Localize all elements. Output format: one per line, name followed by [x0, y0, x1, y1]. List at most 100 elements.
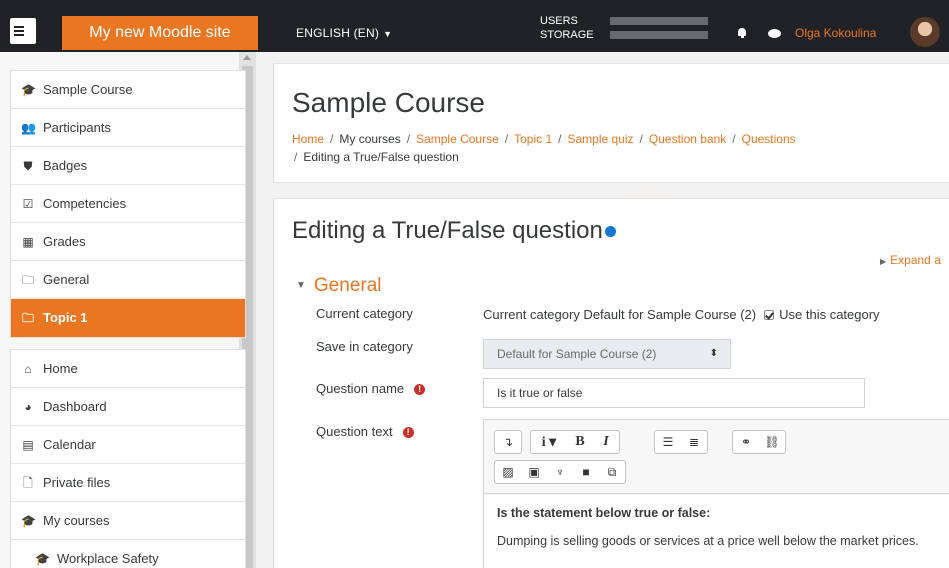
ordered-list-icon[interactable]: ≣ — [681, 431, 707, 453]
italic-icon[interactable]: I — [593, 431, 619, 453]
folder-icon: 🗀 — [21, 311, 34, 325]
save-in-category-label: Save in category — [316, 339, 413, 354]
scroll-up-icon[interactable] — [243, 55, 251, 60]
language-label: ENGLISH (EN) — [296, 26, 380, 40]
graduation-cap-icon: 🎓 — [35, 552, 50, 566]
avatar[interactable] — [910, 17, 940, 47]
breadcrumb-sample-course[interactable]: Sample Course — [416, 132, 499, 146]
current-category-label: Current category — [316, 306, 413, 321]
sidebar-item-competencies[interactable]: ☑ Competencies — [11, 185, 245, 223]
caret-down-icon: ▼ — [383, 29, 393, 39]
sidebar-item-workplace-safety[interactable]: 🎓 Workplace Safety — [11, 540, 245, 568]
sidebar-item-badges[interactable]: ⛊ Badges — [11, 147, 245, 185]
bold-icon[interactable]: B — [567, 431, 593, 453]
site-name-link[interactable]: My new Moodle site — [62, 16, 258, 50]
media-icon[interactable]: ▣ — [521, 461, 547, 483]
calendar-icon: ▤ — [22, 437, 34, 452]
sidebar-item-label: My courses — [43, 512, 110, 528]
breadcrumb-current: Editing a True/False question — [303, 150, 459, 164]
sidebar-item-my-courses[interactable]: 🎓 My courses — [11, 502, 245, 540]
messages-chat-icon[interactable] — [768, 29, 781, 38]
save-in-category-select[interactable]: Default for Sample Course (2) ⬍ — [483, 339, 731, 369]
breadcrumb-questions[interactable]: Questions — [742, 132, 796, 146]
section-general-toggle[interactable]: ▼ General — [296, 275, 382, 297]
question-text-label-row: Question text! — [316, 424, 414, 439]
quota-indicator: USERS STORAGE — [540, 14, 708, 42]
shield-icon: ⛊ — [23, 158, 33, 173]
graduation-cap-icon: 🎓 — [21, 513, 36, 528]
editor-content[interactable]: Is the statement below true or false: Du… — [484, 495, 949, 568]
sidebar-item-private-files[interactable]: 🗋 Private files — [11, 464, 245, 502]
page-header: Sample Course Home / My courses / Sample Cou… — [273, 63, 949, 183]
show-more-buttons-icon[interactable]: ↴ — [495, 431, 521, 453]
site-nav-group: ⌂ Home ◕ Dashboard ▤ Calendar 🗋 Private file… — [10, 349, 246, 568]
sidebar-item-sample-course[interactable]: 🎓 Sample Course — [11, 71, 245, 109]
storage-quota-bar — [610, 31, 708, 39]
expand-all-link[interactable]: ▶ Expand a — [880, 253, 941, 267]
sidebar-item-home[interactable]: ⌂ Home — [11, 350, 245, 388]
expand-all-label: Expand a — [890, 253, 941, 267]
sidebar-item-label: Sample Course — [43, 81, 133, 97]
sidebar-item-label: Badges — [43, 157, 88, 173]
image-icon[interactable]: ▨ — [495, 461, 521, 483]
table-icon: ▦ — [22, 234, 34, 249]
users-quota-label: USERS — [540, 15, 578, 27]
section-general-title: General — [313, 275, 382, 296]
question-text-label: Question text — [316, 424, 393, 439]
sidebar-item-grades[interactable]: ▦ Grades — [11, 223, 245, 261]
folder-icon: 🗀 — [21, 272, 34, 287]
breadcrumb-question-bank[interactable]: Question bank — [649, 132, 726, 146]
form-heading-text: Editing a True/False question — [292, 217, 603, 244]
sidebar-item-dashboard[interactable]: ◕ Dashboard — [11, 388, 245, 426]
file-icon: 🗋 — [23, 475, 33, 490]
question-text-editor: ↴ i ▾ B I ☰ ≣ ⚭ ⛓ ▨ ▣ ♆ ■ ⧉ Is the state… — [483, 419, 949, 568]
storage-quota-label: STORAGE — [540, 29, 594, 41]
sidebar-item-label: Workplace Safety — [57, 551, 159, 566]
editor-heading-text: Is the statement below true or false: — [497, 506, 711, 520]
link-icon[interactable]: ⚭ — [733, 431, 759, 453]
triangle-down-icon: ▼ — [296, 280, 306, 291]
sidebar-item-calendar[interactable]: ▤ Calendar — [11, 426, 245, 464]
manage-files-icon[interactable]: ⧉ — [599, 461, 625, 483]
users-quota-bar — [610, 17, 708, 25]
breadcrumb-topic-1[interactable]: Topic 1 — [514, 132, 552, 146]
edit-question-form: Editing a True/False question ▶ Expand a … — [273, 198, 949, 568]
sidebar-item-participants[interactable]: 👥 Participants — [11, 109, 245, 147]
record-audio-icon[interactable]: ♆ — [547, 461, 573, 483]
sidebar-item-general[interactable]: 🗀 General — [11, 261, 245, 299]
toolbar-group-style: i ▾ B I — [530, 430, 620, 454]
sidebar-item-label: General — [43, 271, 90, 287]
current-category-row: Current category Default for Sample Cour… — [483, 307, 880, 322]
hamburger-menu-icon[interactable] — [10, 18, 36, 44]
toolbar-group-collapse: ↴ — [494, 430, 522, 454]
required-icon: ! — [402, 427, 414, 438]
breadcrumb-home[interactable]: Home — [292, 132, 324, 146]
toolbar-group-media: ▨ ▣ ♆ ■ ⧉ — [494, 460, 626, 484]
editor-toolbar: ↴ i ▾ B I ☰ ≣ ⚭ ⛓ ▨ ▣ ♆ ■ ⧉ — [484, 420, 949, 494]
question-name-label: Question name — [316, 381, 405, 396]
user-menu-name[interactable]: Olga Kokoulina — [795, 26, 876, 40]
language-menu[interactable]: ENGLISH (EN) ▼ — [296, 26, 392, 40]
help-icon[interactable] — [604, 226, 616, 238]
sidebar-item-label: Private files — [43, 474, 111, 490]
sidebar-item-label: Participants — [43, 119, 111, 135]
breadcrumb-my-courses[interactable]: My courses — [339, 132, 400, 146]
breadcrumb-sample-quiz[interactable]: Sample quiz — [568, 132, 634, 146]
select-arrows-icon: ⬍ — [709, 348, 718, 359]
required-icon: ! — [414, 384, 426, 395]
paragraph-styles-icon[interactable]: i ▾ — [531, 431, 567, 453]
sidebar-item-topic-1[interactable]: 🗀 Topic 1 — [11, 299, 245, 337]
toolbar-group-links: ⚭ ⛓ — [732, 430, 786, 454]
top-navbar: My new Moodle site ENGLISH (EN) ▼ USERS S… — [0, 0, 949, 52]
triangle-right-icon: ▶ — [880, 257, 887, 266]
toolbar-group-lists: ☰ ≣ — [654, 430, 708, 454]
notification-bell-icon[interactable] — [737, 28, 747, 38]
unordered-list-icon[interactable]: ☰ — [655, 431, 681, 453]
graduation-cap-icon: 🎓 — [21, 82, 36, 97]
record-video-icon[interactable]: ■ — [573, 461, 599, 483]
question-name-input[interactable]: Is it true or false — [483, 378, 865, 408]
unlink-icon[interactable]: ⛓ — [759, 431, 785, 453]
home-icon: ⌂ — [24, 361, 32, 376]
use-category-checkbox[interactable] — [764, 310, 775, 320]
sidebar-item-label: Topic 1 — [43, 310, 88, 325]
